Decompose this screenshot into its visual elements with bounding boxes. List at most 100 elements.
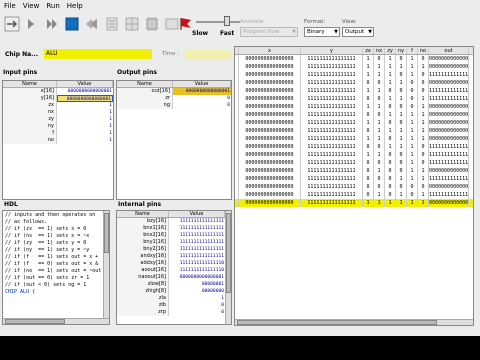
- animate-select[interactable]: Program flow ▼: [240, 27, 298, 37]
- chip-name-field[interactable]: ALU: [44, 49, 152, 59]
- pin-row[interactable]: no 1: [3, 137, 113, 144]
- pin-value[interactable]: 0000000000000001: [57, 88, 113, 95]
- column-header-f[interactable]: f: [407, 47, 418, 54]
- name-column-header[interactable]: Name: [117, 211, 169, 217]
- pin-value[interactable]: 1111111111111111: [169, 253, 225, 260]
- format-select[interactable]: Binary ▼: [304, 27, 340, 37]
- truth-table-view[interactable]: x y zx nx zy ny f no out 000000000000000…: [234, 46, 474, 326]
- pin-row[interactable]: zr 0: [117, 95, 231, 102]
- column-header-out[interactable]: out: [429, 47, 469, 54]
- pin-row[interactable]: out[16] 0000000000000001: [117, 88, 231, 95]
- pin-value[interactable]: 1111111111111111: [169, 232, 225, 239]
- hdl-horizontal-scrollbar[interactable]: [3, 318, 109, 324]
- pin-value[interactable]: 0: [169, 302, 225, 309]
- hdl-view[interactable]: // inputs and then operates on// as foll…: [2, 210, 110, 325]
- pin-row[interactable]: zhigh[8] 00000000: [117, 288, 231, 295]
- scrollbar-thumb[interactable]: [226, 213, 231, 293]
- menu-view[interactable]: View: [23, 2, 40, 10]
- column-header-ny[interactable]: ny: [396, 47, 407, 54]
- hdl-vertical-scrollbar[interactable]: [103, 211, 109, 318]
- script-icon[interactable]: [104, 15, 120, 32]
- internal-pins-scrollbar[interactable]: [225, 211, 231, 324]
- pin-value[interactable]: 1: [57, 116, 113, 123]
- truth-table-row[interactable]: 0000000000000000 1111111111111111 1 1 0 0 0 0 11…: [235, 87, 473, 95]
- truth-table-row[interactable]: 0000000000000000 1111111111111111 0 0 0 1 1 1 11…: [235, 175, 473, 183]
- pin-row[interactable]: zla 1: [117, 295, 231, 302]
- load-chip-icon[interactable]: [144, 15, 160, 32]
- pin-row[interactable]: andxy[16] 1111111111111111: [117, 253, 231, 260]
- pin-row[interactable]: nx 1: [3, 109, 113, 116]
- breakpoint-icon[interactable]: [124, 15, 140, 32]
- column-header-x[interactable]: x: [239, 47, 301, 54]
- pin-value[interactable]: 0: [169, 309, 225, 316]
- pin-value[interactable]: 0000000000000001: [57, 95, 113, 102]
- pin-row[interactable]: bnx2[16] 1111111111111111: [117, 232, 231, 239]
- pin-value[interactable]: 0: [173, 102, 231, 109]
- pin-value[interactable]: 00000000: [169, 288, 225, 295]
- pin-value[interactable]: 1111111111111111: [169, 246, 225, 253]
- pin-value[interactable]: 1: [57, 137, 113, 144]
- pin-row[interactable]: f1: [3, 130, 113, 137]
- pin-value[interactable]: 0000000000000001: [173, 88, 231, 95]
- speed-slider-thumb[interactable]: [224, 16, 230, 26]
- pin-row[interactable]: y[16] 0000000000000001: [3, 95, 113, 102]
- column-header-zy[interactable]: zy: [385, 47, 396, 54]
- pin-value[interactable]: 1111111111111110: [169, 267, 225, 274]
- pin-row[interactable]: ny 1: [3, 123, 113, 130]
- value-column-header[interactable]: Value: [57, 81, 113, 87]
- truth-table-row[interactable]: 0000000000000000 1111111111111111 0 0 1 1 1 1 00…: [235, 111, 473, 119]
- pin-row[interactable]: naoout[16] 0000000000000001: [117, 274, 231, 281]
- menu-help[interactable]: Help: [67, 2, 83, 10]
- column-header-y[interactable]: y: [301, 47, 363, 54]
- scrollbar-thumb[interactable]: [5, 319, 65, 324]
- pin-value[interactable]: 1111111111111111: [169, 218, 225, 225]
- speed-slider-track[interactable]: [196, 21, 240, 23]
- pin-row[interactable]: addxy[16] 1111111111111110: [117, 260, 231, 267]
- pin-row[interactable]: zy 1: [3, 116, 113, 123]
- truth-table-row[interactable]: 0000000000000000 1111111111111111 0 0 1 1 0 0 00…: [235, 79, 473, 87]
- pin-value[interactable]: 00000001: [169, 281, 225, 288]
- pin-row[interactable]: zlb 0: [117, 302, 231, 309]
- pin-value[interactable]: 1111111111111111: [169, 225, 225, 232]
- pin-value[interactable]: 1: [57, 123, 113, 130]
- truth-table-row[interactable]: 0000000000000000 1111111111111111 1 1 0 1 1 1 00…: [235, 135, 473, 143]
- pin-row[interactable]: bnx1[16] 1111111111111111: [117, 225, 231, 232]
- scrollbar-thumb[interactable]: [237, 320, 437, 325]
- pin-value[interactable]: 1111111111111110: [169, 260, 225, 267]
- truth-table-row[interactable]: 0000000000000000 1111111111111111 1 1 1 1 1 1 00…: [235, 63, 473, 71]
- pin-row[interactable]: bny2[16] 1111111111111111: [117, 246, 231, 253]
- value-column-header[interactable]: Value: [173, 81, 231, 87]
- column-header-zx[interactable]: zx: [363, 47, 374, 54]
- scrollbar-thumb[interactable]: [104, 213, 109, 253]
- pin-value[interactable]: 1111111111111111: [169, 239, 225, 246]
- name-column-header[interactable]: Name: [117, 81, 173, 87]
- truth-table-row[interactable]: 0000000000000000 1111111111111111 0 1 0 1 0 1 11…: [235, 191, 473, 199]
- truth-table-row[interactable]: 0000000000000000 1111111111111111 0 1 0 0 1 1 00…: [235, 167, 473, 175]
- view-select[interactable]: Output ▼: [342, 27, 374, 37]
- pin-row[interactable]: bzy[16] 1111111111111111: [117, 218, 231, 225]
- run-icon[interactable]: [44, 15, 60, 32]
- single-step-icon[interactable]: [4, 15, 20, 32]
- fast-forward-icon[interactable]: [24, 15, 40, 32]
- truth-table-row[interactable]: 0000000000000000 1111111111111111 1 1 0 0 0 1 00…: [235, 103, 473, 111]
- pin-value[interactable]: 1: [57, 109, 113, 116]
- pin-row[interactable]: zlow[8] 00000001: [117, 281, 231, 288]
- truth-table-row[interactable]: 0000000000000000 1111111111111111 1 1 0 0 1 0 11…: [235, 151, 473, 159]
- truth-table-row[interactable]: 0000000000000000 1111111111111111 1 1 1 1 1 1 00…: [235, 199, 473, 207]
- pin-value[interactable]: 1: [57, 130, 113, 137]
- truth-table-row[interactable]: 0000000000000000 1111111111111111 0 0 1 1 1 0 11…: [235, 143, 473, 151]
- truth-table-row[interactable]: 0000000000000000 1111111111111111 0 0 0 0 0 0 00…: [235, 183, 473, 191]
- truth-table-row[interactable]: 0000000000000000 1111111111111111 1 1 0 0 1 1 00…: [235, 119, 473, 127]
- pin-row[interactable]: ng 0: [117, 102, 231, 109]
- pin-row[interactable]: bny1[16] 1111111111111111: [117, 239, 231, 246]
- pin-row[interactable]: aoout[16] 1111111111111110: [117, 267, 231, 274]
- menu-run[interactable]: Run: [46, 2, 59, 10]
- pin-row[interactable]: zrp 0: [117, 309, 231, 316]
- pin-value[interactable]: 0000000000000001: [169, 274, 225, 281]
- name-column-header[interactable]: Name: [3, 81, 57, 87]
- truth-table-row[interactable]: 0000000000000000 1111111111111111 1 0 1 0 1 0 00…: [235, 55, 473, 63]
- truth-table-row[interactable]: 0000000000000000 1111111111111111 1 1 1 0 1 0 11…: [235, 71, 473, 79]
- column-header-no[interactable]: no: [418, 47, 429, 54]
- truth-table-row[interactable]: 0000000000000000 1111111111111111 0 0 1 1 0 1 11…: [235, 95, 473, 103]
- pin-row[interactable]: zx 1: [3, 102, 113, 109]
